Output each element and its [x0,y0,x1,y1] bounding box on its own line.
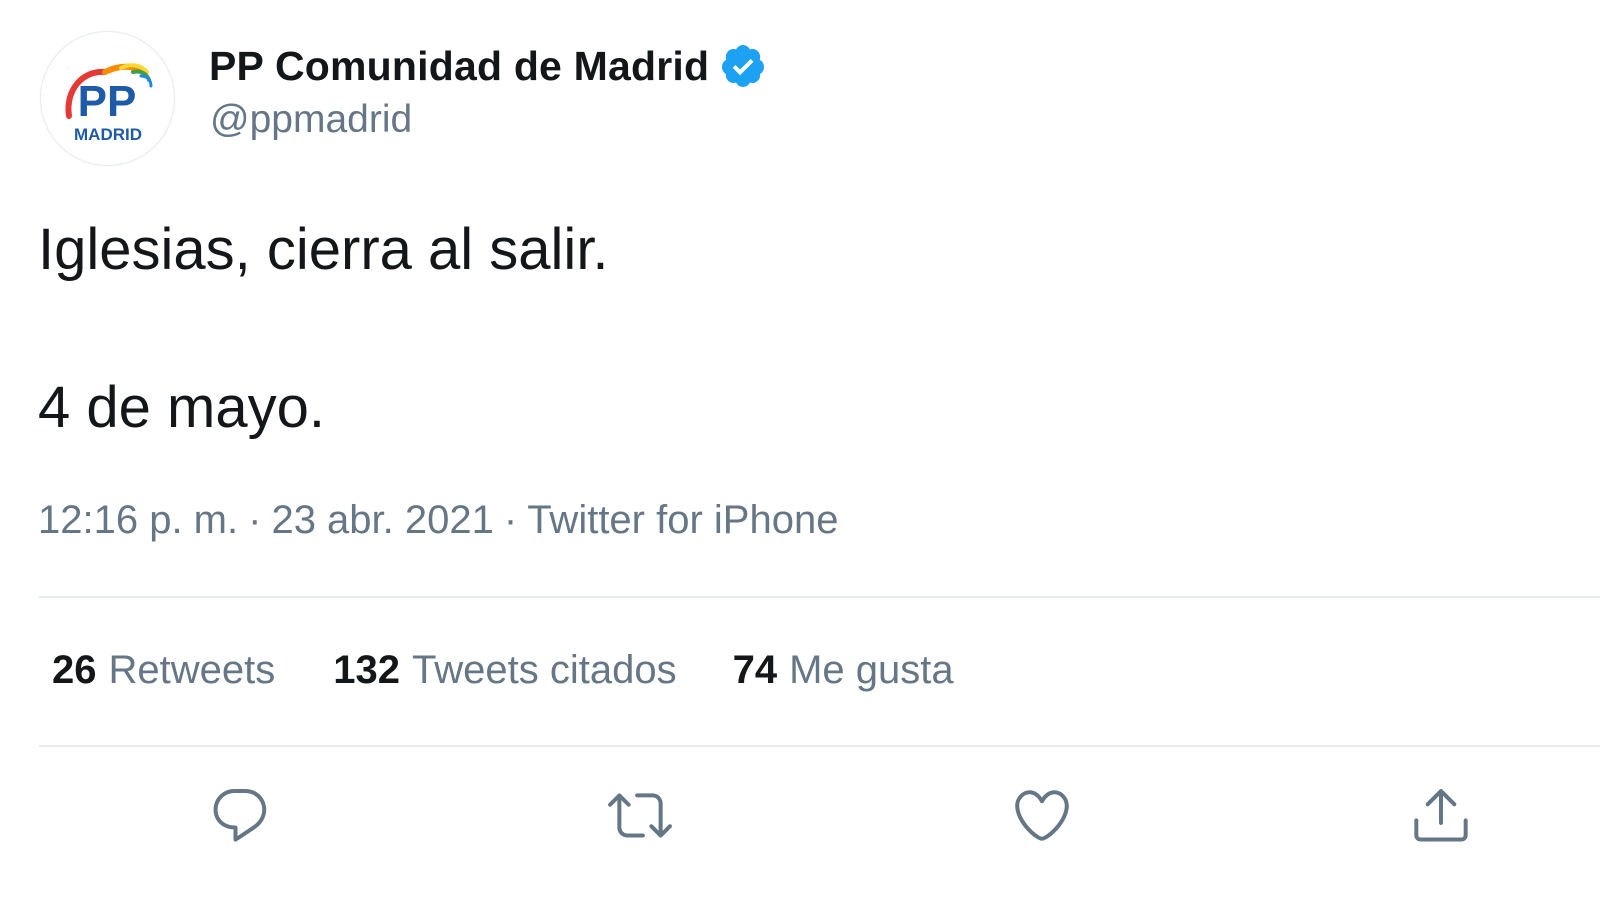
reply-icon [213,788,267,842]
reply-button[interactable] [208,783,272,847]
divider [39,596,1600,598]
tweet-date[interactable]: 23 abr. 2021 [271,498,493,542]
tweet-text-line: 4 de mayo. [38,375,325,440]
like-button[interactable] [1010,783,1074,847]
tweet-source[interactable]: Twitter for iPhone [527,498,838,542]
retweets-count: 26 [52,648,97,692]
share-button[interactable] [1409,783,1473,847]
meta-separator: · [248,498,262,542]
likes-count: 74 [732,648,778,692]
svg-text:MADRID: MADRID [74,125,142,144]
tweet-text: Iglesias, cierra al salir. 4 de mayo. [38,215,1438,443]
author-display-name[interactable]: PP Comunidad de Madrid [209,43,709,90]
retweet-icon [608,793,672,838]
author-handle[interactable]: @ppmadrid [210,98,412,142]
quote-tweets-count: 132 [333,648,400,692]
svg-text:PP: PP [78,77,137,126]
tweet-text-line: Iglesias, cierra al salir. [38,217,609,282]
tweet-stats: 26 Retweets 132 Tweets citados 74 Me gus… [52,648,954,693]
retweets-stat[interactable]: 26 Retweets [52,648,275,693]
avatar[interactable]: PP MADRID [40,31,175,166]
pp-madrid-logo: PP MADRID [65,63,153,144]
tweet-time[interactable]: 12:16 p. m. [38,498,238,542]
quote-tweets-label: Tweets citados [412,648,677,692]
likes-stat[interactable]: 74 Me gusta [733,648,954,693]
retweets-label: Retweets [108,648,276,692]
verified-badge-icon [719,42,767,90]
retweet-button[interactable] [608,783,672,847]
tweet-detail: PP MADRID PP Comunidad de Madrid @ppmadr… [0,0,1600,900]
heart-icon [1015,790,1069,841]
meta-separator: · [503,498,518,542]
author-name-row[interactable]: PP Comunidad de Madrid [209,38,767,94]
divider [39,745,1600,747]
share-icon [1414,789,1468,842]
quote-tweets-stat[interactable]: 132 Tweets citados [333,648,676,693]
tweet-metadata: 12:16 p. m. · 23 abr. 2021 · Twitter for iPh… [38,498,838,543]
likes-label: Me gusta [789,648,954,692]
